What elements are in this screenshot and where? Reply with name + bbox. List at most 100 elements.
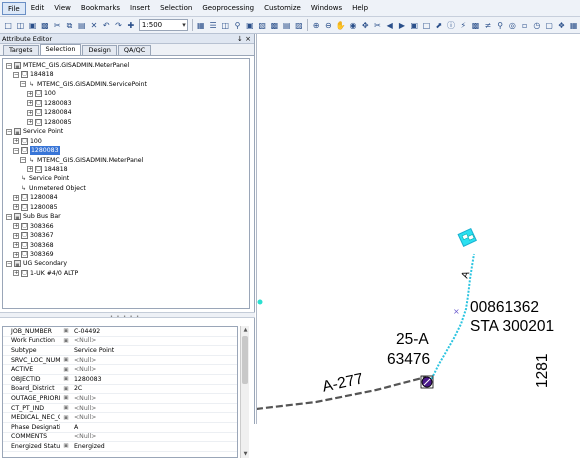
attribute-row[interactable] [3,452,237,457]
tree-node[interactable]: + ▢ 308366 [13,222,54,231]
tab-qa-qc[interactable]: QA/QC [117,45,152,55]
attribute-row[interactable]: Energized Status ▣ Energized [3,442,237,452]
table-of-contents-icon[interactable]: ☰ [208,20,218,31]
menu-help[interactable]: Help [347,2,373,15]
tree-node[interactable]: − ▢ 1280083 [13,146,60,156]
attribute-value[interactable]: <Null> [72,366,96,373]
attribute-row[interactable]: Board_District ▣ 2C [3,385,237,395]
python-icon[interactable]: ▧ [257,20,267,31]
menu-file[interactable]: File [2,1,26,15]
copy-icon[interactable]: ⧉ [64,20,74,31]
model-builder-icon[interactable]: ▩ [269,20,279,31]
scroll-thumb[interactable] [242,336,248,384]
fixed-zoom-in-icon[interactable]: ✥ [360,20,370,31]
attribute-value[interactable]: <Null> [72,405,96,412]
redo-icon[interactable]: ↷ [113,20,123,31]
expand-toggle-icon[interactable]: + [13,242,19,249]
attribute-row[interactable]: SRVC_LOC_NUM ▣ <Null> [3,356,237,366]
swipe-icon[interactable]: ❖ [556,20,566,31]
select-features-icon[interactable]: ▣ [409,20,419,31]
attribute-value[interactable]: 1280083 [72,376,102,383]
menu-view[interactable]: View [49,2,76,15]
toolbox-icon[interactable]: ▣ [245,20,255,31]
map-view[interactable]: × 00861362 STA 300201 25-A 63476 A-277 A… [256,34,580,424]
attribute-value[interactable]: <Null> [72,395,96,402]
save-icon[interactable]: ▣ [28,20,38,31]
panel-splitter[interactable]: • • • • • [0,312,255,320]
expand-toggle-icon[interactable]: + [13,251,19,258]
search-window-icon[interactable]: ⚲ [232,20,242,31]
tree-node[interactable]: − ▦ UG Secondary [6,259,67,268]
attribute-row[interactable]: COMMENTS <Null> [3,433,237,443]
menu-selection[interactable]: Selection [155,2,197,15]
expand-toggle-icon[interactable]: + [27,100,33,107]
expand-toggle-icon[interactable]: + [27,119,33,126]
attribute-value[interactable]: C-04492 [72,328,100,335]
layer-tool-icon[interactable]: ▤ [282,20,292,31]
undo-icon[interactable]: ↶ [101,20,111,31]
tree-node[interactable]: + ▢ 1280084 [27,108,72,117]
tree-node[interactable]: − ↳ MTEMC_GIS.GISADMIN.MeterPanel [20,156,143,165]
expand-toggle-icon[interactable]: + [27,166,33,173]
attribute-row[interactable]: Subtype Service Point [3,346,237,356]
expand-toggle-icon[interactable]: − [13,147,19,154]
delete-icon[interactable]: ✕ [89,20,99,31]
attribute-value[interactable]: Service Point [72,347,114,354]
clear-selection-icon[interactable]: □ [421,20,431,31]
attribute-row[interactable]: MEDICAL_NEC_CD▣<Null> [3,413,237,423]
new-document-icon[interactable]: □ [3,20,13,31]
expand-toggle-icon[interactable]: + [13,223,19,230]
add-data-icon[interactable]: ✚ [126,20,136,31]
tree-node[interactable]: − ↳ MTEMC_GIS.GISADMIN.ServicePoint [20,80,147,89]
tree-node[interactable]: + ▢ 1280085 [13,203,58,212]
menu-windows[interactable]: Windows [306,2,347,15]
catalog-icon[interactable]: ◫ [220,20,230,31]
expand-toggle-icon[interactable]: − [20,157,26,163]
attribute-row[interactable]: OBJECTID ▣ 1280083 [3,375,237,385]
tab-selection[interactable]: Selection [39,44,82,55]
tree-node[interactable]: + ▢ 1280085 [27,118,72,127]
expand-toggle-icon[interactable]: − [6,62,12,69]
tree-node[interactable]: − ▢ 184818 [13,70,54,79]
scroll-down-icon[interactable]: ▼ [241,450,250,458]
expand-toggle-icon[interactable]: − [6,128,12,135]
attribute-row[interactable]: Work Function ▣ <Null> [3,337,237,347]
tree-node[interactable]: + ▢ 308368 [13,241,54,250]
graph-icon[interactable]: ▨ [294,20,304,31]
attribute-row[interactable]: ACTIVE ▣ <Null> [3,365,237,375]
menu-edit[interactable]: Edit [26,2,50,15]
expand-toggle-icon[interactable]: − [6,213,12,220]
tree-node[interactable]: + ▢ 308369 [13,250,54,259]
expand-toggle-icon[interactable]: + [13,204,19,211]
menu-insert[interactable]: Insert [125,2,155,15]
editor-toolbar-icon[interactable]: ▦ [196,20,206,31]
scroll-up-icon[interactable]: ▲ [241,326,250,334]
open-icon[interactable]: ◫ [15,20,25,31]
attribute-value[interactable]: <Null> [72,357,96,364]
attribute-value[interactable]: <Null> [72,433,96,440]
html-popup-icon[interactable]: ▩ [470,20,480,31]
forward-extent-icon[interactable]: ▶ [397,20,407,31]
fixed-zoom-out-icon[interactable]: ✂ [372,20,382,31]
expand-toggle-icon[interactable]: + [27,90,33,97]
pan-icon[interactable]: ✋ [336,20,346,31]
attribute-row[interactable]: Phase Designation A [3,423,237,433]
back-extent-icon[interactable]: ◀ [385,20,395,31]
tree-node[interactable]: + ▢ 100 [13,137,42,146]
tree-node[interactable]: + ▢ 184818 [27,165,68,174]
attribute-value[interactable]: Energized [72,443,105,450]
select-elements-icon[interactable]: ⬈ [434,20,444,31]
hyperlink-icon[interactable]: ⚡ [458,20,468,31]
attribute-value[interactable]: <Null> [72,337,96,344]
find-route-icon[interactable]: ◎ [507,20,517,31]
attribute-value[interactable]: <Null> [72,414,96,421]
find-icon[interactable]: ⚲ [495,20,505,31]
attribute-row[interactable]: CT_PT_IND ▣ <Null> [3,404,237,414]
time-slider-icon[interactable]: ◷ [532,20,542,31]
full-extent-icon[interactable]: ◉ [348,20,358,31]
tree-node[interactable]: − ▦ Service Point [6,127,63,136]
expand-toggle-icon[interactable]: − [13,71,19,78]
tree-node[interactable]: − ▦ MTEMC_GIS.GISADMIN.MeterPanel [6,61,129,70]
tab-targets[interactable]: Targets [3,45,39,55]
menu-bookmarks[interactable]: Bookmarks [76,2,125,15]
